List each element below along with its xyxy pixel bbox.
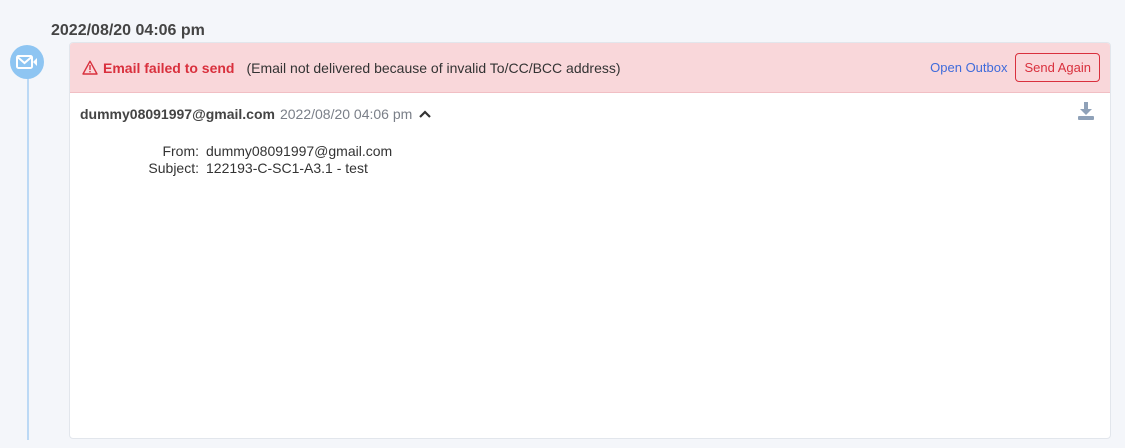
warning-icon [82,60,98,75]
error-banner: Email failed to send (Email not delivere… [70,43,1110,93]
error-description: (Email not delivered because of invalid … [246,59,621,76]
email-header: dummy08091997@gmail.com 2022/08/20 04:06… [70,93,1110,135]
email-date: 2022/08/20 04:06 pm [279,106,413,122]
send-again-button[interactable]: Send Again [1015,53,1100,82]
subject-label: Subject: [148,160,199,176]
sender-email: dummy08091997@gmail.com [80,106,275,122]
from-label: From: [162,143,199,159]
error-actions: Open Outbox Send Again [930,53,1100,82]
email-card: Email failed to send (Email not delivere… [69,42,1111,439]
open-outbox-link[interactable]: Open Outbox [930,60,1007,75]
subject-value: 122193-C-SC1-A3.1 - test [206,160,368,176]
email-meta: From: dummy08091997@gmail.com Subject: 1… [70,143,1110,177]
from-value: dummy08091997@gmail.com [206,143,393,159]
email-icon [16,55,37,69]
download-icon[interactable] [1076,101,1096,126]
chevron-up-icon[interactable] [418,109,432,119]
timeline-line [27,70,29,440]
timeline-date: 2022/08/20 04:06 pm [51,22,205,39]
timeline-email-badge [10,45,44,79]
subject-row: Subject: 122193-C-SC1-A3.1 - test [70,160,1110,177]
error-title: Email failed to send [103,59,235,76]
from-row: From: dummy08091997@gmail.com [70,143,1110,160]
